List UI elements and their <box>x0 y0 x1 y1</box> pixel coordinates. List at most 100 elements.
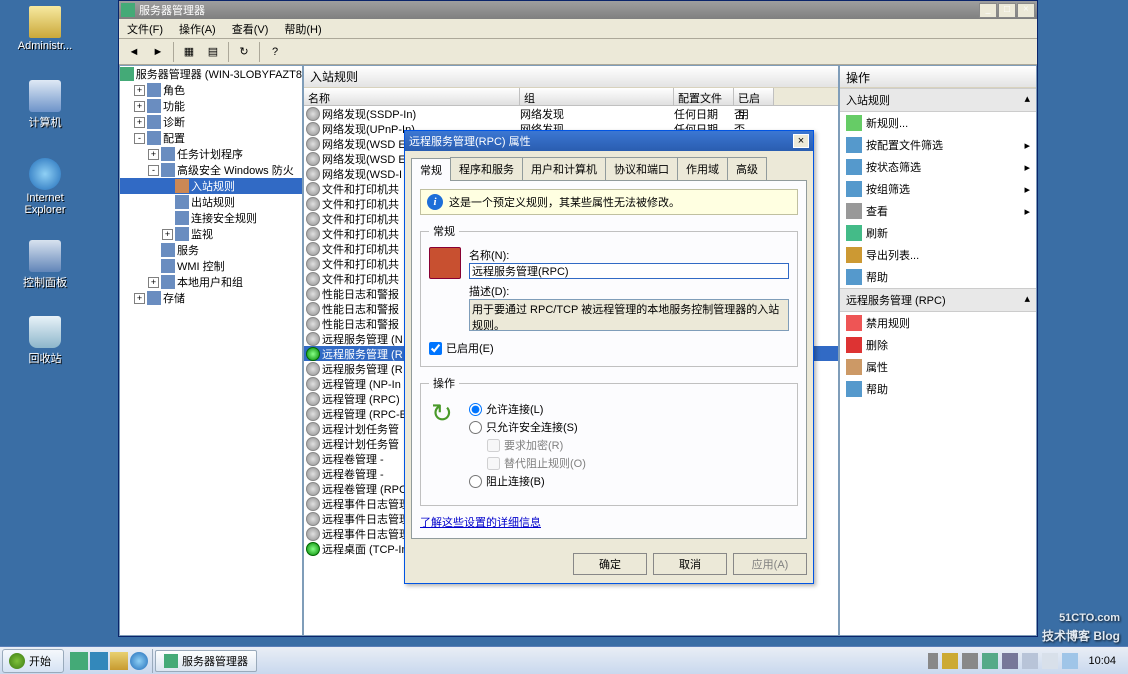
tree-twist-icon[interactable]: + <box>134 117 145 128</box>
tree-label: WMI 控制 <box>177 258 225 274</box>
tree-item[interactable]: +监视 <box>120 226 302 242</box>
block-radio[interactable]: 阻止连接(B) <box>469 473 789 489</box>
actions-heading: 操作 <box>840 66 1036 88</box>
action-item[interactable]: 属性 <box>840 356 1036 378</box>
tree-item[interactable]: -高级安全 Windows 防火 <box>120 162 302 178</box>
tab-scope[interactable]: 作用域 <box>677 157 728 180</box>
tree-twist-icon[interactable]: + <box>134 293 145 304</box>
forward-button[interactable]: ► <box>147 41 169 63</box>
tool-button[interactable]: ▦ <box>178 41 200 63</box>
tree-twist-icon[interactable]: + <box>134 85 145 96</box>
tab-programs[interactable]: 程序和服务 <box>450 157 523 180</box>
rule-status-icon <box>306 377 320 391</box>
ql-icon[interactable] <box>110 652 128 670</box>
desktop-icon-ie[interactable]: Internet Explorer <box>10 158 80 216</box>
tree-item[interactable]: 服务 <box>120 242 302 258</box>
rule-row[interactable]: 网络发现(SSDP-In)网络发现任何日期否 <box>304 106 838 121</box>
start-button[interactable]: 开始 <box>2 649 64 673</box>
tab-users[interactable]: 用户和计算机 <box>522 157 606 180</box>
dialog-titlebar[interactable]: 远程服务管理(RPC) 属性 × <box>405 131 813 151</box>
tray-icon[interactable] <box>942 653 958 669</box>
action-item[interactable]: 刷新 <box>840 222 1036 244</box>
tray-icon[interactable] <box>1002 653 1018 669</box>
tray-icon[interactable] <box>1022 653 1038 669</box>
tree-twist-icon[interactable]: + <box>134 101 145 112</box>
tree-item[interactable]: 入站规则 <box>120 178 302 194</box>
tab-protocols[interactable]: 协议和端口 <box>605 157 678 180</box>
tree-item[interactable]: +角色 <box>120 82 302 98</box>
tree-item[interactable]: +诊断 <box>120 114 302 130</box>
tree-label: 存储 <box>163 290 185 306</box>
tool-button[interactable]: ▤ <box>202 41 224 63</box>
label: 控制面板 <box>10 274 80 290</box>
tree-item[interactable]: 出站规则 <box>120 194 302 210</box>
action-item[interactable]: 帮助 <box>840 378 1036 400</box>
refresh-button[interactable]: ↻ <box>233 41 255 63</box>
column-header[interactable]: 配置文件 <box>674 88 734 105</box>
tree-twist-icon[interactable]: - <box>148 165 159 176</box>
cell: 网络发现(SSDP-In) <box>322 106 520 122</box>
tree-twist-icon[interactable]: + <box>162 229 173 240</box>
desktop-icon-admin[interactable]: Administr... <box>10 6 80 52</box>
action-item[interactable]: 新规则... <box>840 112 1036 134</box>
tray-icon[interactable] <box>982 653 998 669</box>
maximize-button[interactable]: □ <box>998 3 1016 18</box>
tree-twist-icon[interactable]: + <box>148 149 159 160</box>
tree-item[interactable]: + 存储 <box>120 290 302 306</box>
tray-chevron-icon[interactable] <box>928 653 938 669</box>
action-item[interactable]: 按配置文件筛选▸ <box>840 134 1036 156</box>
ql-icon[interactable] <box>90 652 108 670</box>
menu-action[interactable]: 操作(A) <box>171 19 224 39</box>
tree-item[interactable]: -配置 <box>120 130 302 146</box>
desktop-icon-control-panel[interactable]: 控制面板 <box>10 240 80 290</box>
nav-tree[interactable]: 服务器管理器 (WIN-3LOBYFAZT8 +角色+功能+诊断-配置+任务计划… <box>119 65 303 636</box>
action-item[interactable]: 导出列表... <box>840 244 1036 266</box>
tree-item[interactable]: +本地用户和组 <box>120 274 302 290</box>
allow-radio[interactable]: 允许连接(L) <box>469 401 789 417</box>
minimize-button[interactable]: _ <box>979 3 997 18</box>
rule-status-icon <box>306 392 320 406</box>
column-header[interactable]: 组 <box>520 88 674 105</box>
apply-button[interactable]: 应用(A) <box>733 553 807 575</box>
rule-status-icon <box>306 407 320 421</box>
tree-item[interactable]: +任务计划程序 <box>120 146 302 162</box>
tray-icon[interactable] <box>962 653 978 669</box>
ql-icon[interactable] <box>70 652 88 670</box>
cancel-button[interactable]: 取消 <box>653 553 727 575</box>
clock[interactable]: 10:04 <box>1082 655 1122 667</box>
action-item[interactable]: 帮助 <box>840 266 1036 288</box>
tree-item[interactable]: 连接安全规则 <box>120 210 302 226</box>
ok-button[interactable]: 确定 <box>573 553 647 575</box>
secure-radio[interactable]: 只允许安全连接(S) <box>469 419 789 435</box>
learn-more-link[interactable]: 了解这些设置的详细信息 <box>420 517 541 529</box>
menu-help[interactable]: 帮助(H) <box>276 19 329 39</box>
tree-item[interactable]: WMI 控制 <box>120 258 302 274</box>
action-item[interactable]: 删除 <box>840 334 1036 356</box>
tree-twist-icon[interactable]: + <box>148 277 159 288</box>
desktop-icon-computer[interactable]: 计算机 <box>10 80 80 130</box>
tray-icon[interactable] <box>1042 653 1058 669</box>
action-item[interactable]: 查看▸ <box>840 200 1036 222</box>
menu-view[interactable]: 查看(V) <box>224 19 277 39</box>
action-item[interactable]: 禁用规则 <box>840 312 1036 334</box>
enabled-checkbox[interactable]: 已启用(E) <box>429 340 789 356</box>
desktop-icon-recycle[interactable]: 回收站 <box>10 316 80 366</box>
tree-root[interactable]: 服务器管理器 (WIN-3LOBYFAZT8 <box>120 66 302 82</box>
dialog-close-button[interactable]: × <box>793 134 809 148</box>
help-button[interactable]: ? <box>264 41 286 63</box>
action-item[interactable]: 按组筛选▸ <box>840 178 1036 200</box>
back-button[interactable]: ◄ <box>123 41 145 63</box>
column-header[interactable]: 已启用 <box>734 88 774 105</box>
tree-twist-icon[interactable]: - <box>134 133 145 144</box>
column-header[interactable]: 名称 <box>304 88 520 105</box>
menu-file[interactable]: 文件(F) <box>119 19 171 39</box>
tree-item[interactable]: +功能 <box>120 98 302 114</box>
tab-general[interactable]: 常规 <box>411 158 451 181</box>
tray-volume-icon[interactable] <box>1062 653 1078 669</box>
close-button[interactable]: × <box>1017 3 1035 18</box>
task-button[interactable]: 服务器管理器 <box>155 650 257 672</box>
action-item[interactable]: 按状态筛选▸ <box>840 156 1036 178</box>
tab-advanced[interactable]: 高级 <box>727 157 767 180</box>
titlebar[interactable]: 服务器管理器 _ □ × <box>119 1 1037 19</box>
ql-icon[interactable] <box>130 652 148 670</box>
